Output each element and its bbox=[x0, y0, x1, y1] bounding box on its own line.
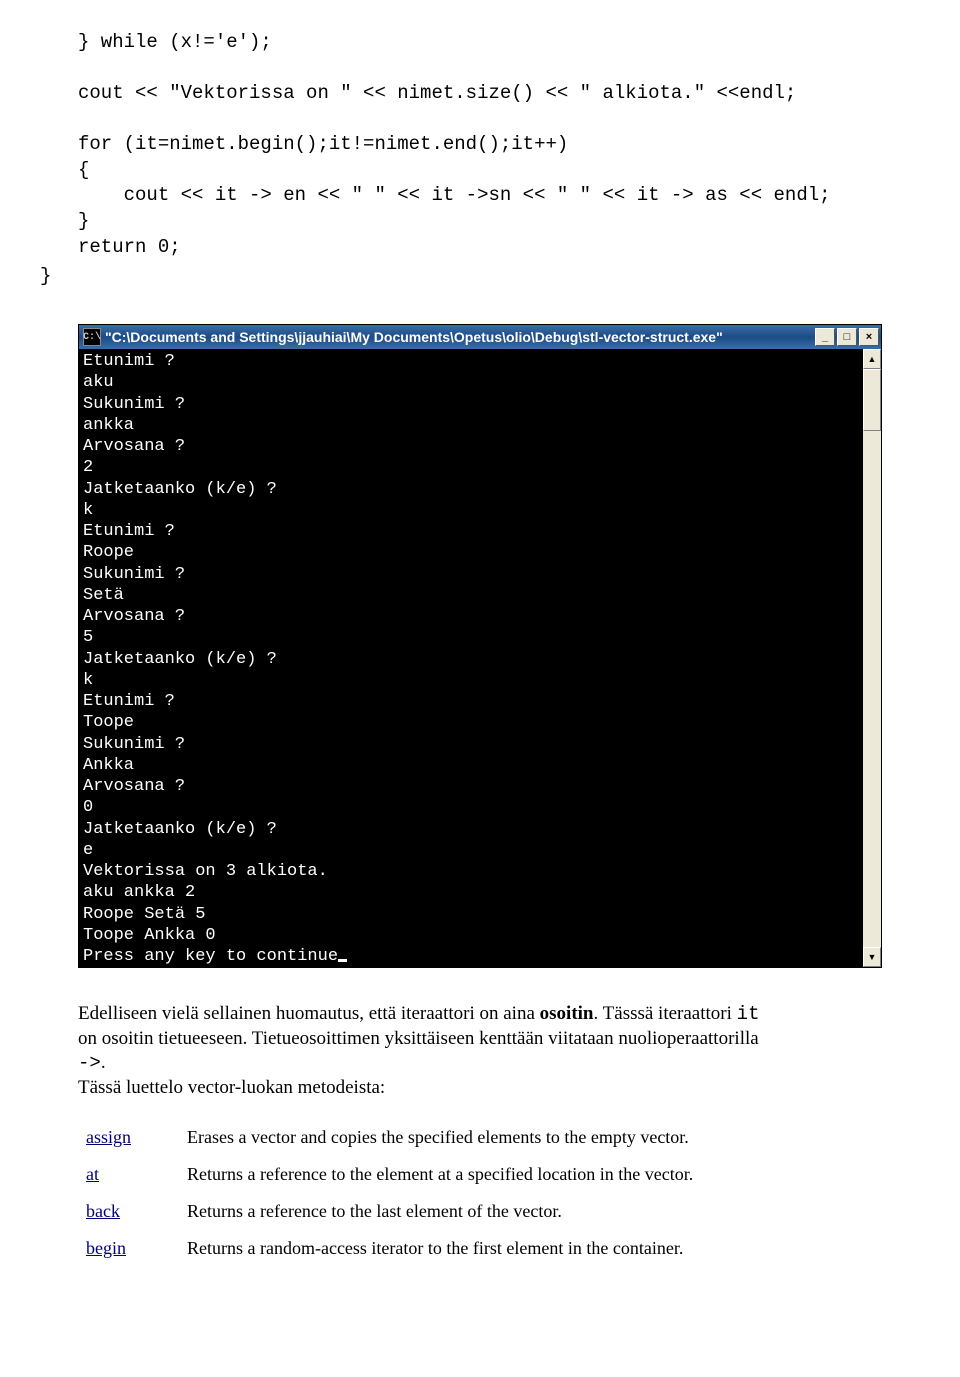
close-button[interactable]: × bbox=[859, 328, 879, 346]
console-output: Etunimi ? aku Sukunimi ? ankka Arvosana … bbox=[79, 349, 863, 967]
code-line: } while (x!='e'); bbox=[78, 31, 272, 53]
scroll-down-button[interactable]: ▼ bbox=[863, 947, 881, 967]
scroll-thumb[interactable] bbox=[863, 369, 881, 431]
scroll-up-button[interactable]: ▲ bbox=[863, 349, 881, 369]
code-line: } bbox=[78, 210, 89, 232]
method-link-begin[interactable]: begin bbox=[86, 1238, 126, 1258]
body-paragraph: Edelliseen vielä sellainen huomautus, et… bbox=[78, 1002, 882, 1099]
maximize-button[interactable]: □ bbox=[837, 328, 857, 346]
window-titlebar[interactable]: C:\ "C:\Documents and Settings\jjauhiai\… bbox=[79, 325, 881, 349]
code-line: cout << it -> en << " " << it ->sn << " … bbox=[78, 184, 831, 206]
code-line: return 0; bbox=[78, 236, 181, 258]
code-close-brace: } bbox=[0, 264, 960, 290]
window-title: "C:\Documents and Settings\jjauhiai\My D… bbox=[105, 329, 813, 345]
method-link-back[interactable]: back bbox=[86, 1201, 120, 1221]
method-link-at[interactable]: at bbox=[86, 1164, 99, 1184]
code-line: for (it=nimet.begin();it!=nimet.end();it… bbox=[78, 133, 568, 155]
method-desc: Erases a vector and copies the specified… bbox=[179, 1119, 876, 1156]
table-row: assign Erases a vector and copies the sp… bbox=[78, 1119, 876, 1156]
method-desc: Returns a reference to the element at a … bbox=[179, 1156, 876, 1193]
table-row: begin Returns a random-access iterator t… bbox=[78, 1230, 876, 1267]
cursor-icon bbox=[338, 959, 347, 962]
code-line: { bbox=[78, 159, 89, 181]
method-desc: Returns a reference to the last element … bbox=[179, 1193, 876, 1230]
code-block: } while (x!='e'); cout << "Vektorissa on… bbox=[0, 4, 960, 260]
methods-table: assign Erases a vector and copies the sp… bbox=[78, 1119, 876, 1267]
method-link-assign[interactable]: assign bbox=[86, 1127, 131, 1147]
console-window: C:\ "C:\Documents and Settings\jjauhiai\… bbox=[78, 324, 882, 968]
code-line: cout << "Vektorissa on " << nimet.size()… bbox=[78, 82, 796, 104]
vertical-scrollbar[interactable]: ▲ ▼ bbox=[863, 349, 881, 967]
method-desc: Returns a random-access iterator to the … bbox=[179, 1230, 876, 1267]
scroll-track[interactable] bbox=[863, 431, 881, 947]
minimize-button[interactable]: _ bbox=[815, 328, 835, 346]
table-row: at Returns a reference to the element at… bbox=[78, 1156, 876, 1193]
table-row: back Returns a reference to the last ele… bbox=[78, 1193, 876, 1230]
system-menu-icon[interactable]: C:\ bbox=[83, 328, 101, 346]
